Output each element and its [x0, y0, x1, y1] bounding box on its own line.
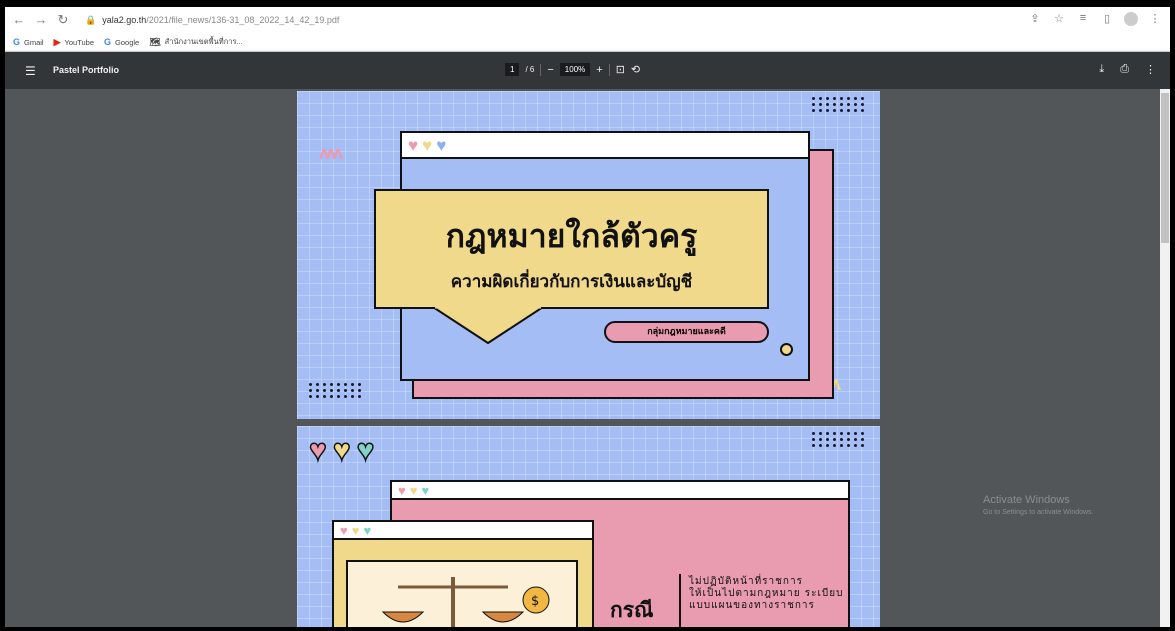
window-titlebar: ♥ ♥ ♥ [332, 520, 594, 540]
vertical-scrollbar[interactable] [1160, 89, 1170, 627]
title-card: กฎหมายใกล้ตัวครู ความผิดเกี่ยวกับการเงิน… [374, 189, 769, 309]
zoom-input[interactable]: 100% [559, 63, 591, 76]
scales-icon: $ [381, 577, 550, 627]
bookmark-label: Gmail [24, 37, 44, 47]
heart-icon: ♥ [398, 482, 406, 498]
pdf-actions: ⤓ ⎙ ⋮ [1099, 63, 1156, 76]
share-icon[interactable]: ⇪ [1028, 12, 1042, 29]
document-title: Pastel Portfolio [53, 65, 120, 75]
speech-tail [433, 307, 543, 345]
reload-icon[interactable]: ↻ [55, 12, 71, 28]
scrollbar-thumb[interactable] [1161, 93, 1169, 243]
zoom-in-icon[interactable]: + [596, 64, 602, 76]
sub-title: ความผิดเกี่ยวกับการเงินและบัญชี [450, 272, 693, 292]
case-line: แบบแผนของทางราชการ [689, 600, 815, 611]
circle-decoration [780, 343, 793, 356]
case-line: ไม่ปฏิบัติหน้าที่ราชการ [689, 576, 803, 587]
fit-page-icon[interactable]: ⊡ [616, 63, 625, 76]
google-icon: G [13, 37, 21, 47]
back-icon[interactable]: ← [11, 12, 27, 28]
divider [608, 63, 610, 76]
url-field[interactable]: yala2.go.th/2021/file_news/136-31_08_202… [102, 15, 339, 25]
bookmark-area-office[interactable]: 🗺 สำนักงานเขตพื้นที่การ... [149, 36, 243, 48]
pdf-page-1: ʌʌʌ ʌʌʌ ♥ ♥ ♥ กฎหมายใกล้ตัวครู ความผิดเก… [297, 91, 880, 419]
divider [679, 574, 681, 627]
browser-window: ← → ↻ 🔒 yala2.go.th/2021/file_news/136-3… [5, 7, 1170, 627]
hearts-row: ♥ ♥ ♥ [308, 433, 375, 468]
heart-icon: ♥ [332, 433, 351, 468]
sidepanel-icon[interactable]: ▯ [1100, 12, 1114, 29]
print-icon[interactable]: ⎙ [1120, 63, 1129, 76]
star-icon[interactable]: ☆ [1052, 12, 1066, 29]
hamburger-menu-icon[interactable]: ☰ [25, 64, 36, 78]
heart-icon: ♥ [308, 433, 327, 468]
image-window: $ [332, 538, 594, 627]
heart-icon: ♥ [421, 482, 430, 498]
bookmark-label: สำนักงานเขตพื้นที่การ... [164, 37, 243, 46]
forward-icon[interactable]: → [33, 12, 49, 28]
google-icon: G [104, 37, 112, 47]
bookmark-label: Google [115, 37, 140, 47]
pdf-viewport[interactable]: ʌʌʌ ʌʌʌ ♥ ♥ ♥ กฎหมายใกล้ตัวครู ความผิดเก… [5, 89, 1170, 627]
dot-grid-decoration [812, 97, 865, 112]
case-heading: กรณี [610, 598, 654, 622]
heart-icon: ♥ [356, 433, 375, 468]
download-icon[interactable]: ⤓ [1099, 63, 1104, 76]
bookmark-label: YouTube [64, 37, 95, 47]
playlist-icon[interactable]: ≡ [1076, 12, 1090, 29]
rotate-icon[interactable]: ⟲ [631, 63, 640, 76]
heart-icon: ♥ [408, 135, 419, 155]
heart-icon: ♥ [436, 135, 447, 155]
profile-icon[interactable] [1124, 12, 1138, 29]
divider [540, 63, 542, 76]
heart-icon: ♥ [363, 522, 372, 538]
page-number-input[interactable]: 1 [505, 63, 520, 76]
more-icon[interactable]: ⋮ [1148, 12, 1162, 29]
url-path: /2021/file_news/136-31_08_2022_14_42_19.… [146, 15, 340, 25]
url-actions: ⇪ ☆ ≡ ▯ ⋮ [1028, 12, 1162, 29]
zigzag-decoration-icon: ʌʌʌ [319, 143, 343, 163]
bookmark-gmail[interactable]: G Gmail [13, 37, 44, 47]
zoom-out-icon[interactable]: − [547, 64, 553, 76]
bookmarks-bar: G Gmail ▶ YouTube G Google 🗺 สำนักงานเขตพื้น… [5, 33, 1170, 52]
pdf-page-2: ♥ ♥ ♥ ♥ ♥ ♥ $ ♥ ♥ ♥ กรณี ไม่ปฏิบัติหน้าท… [297, 426, 880, 627]
page-total: / 6 [525, 65, 535, 74]
page-controls: 1 / 6 − 100% + ⊡ ⟲ [505, 63, 640, 76]
department-pill: กลุ่มกฎหมายและคดี [604, 321, 769, 343]
bookmark-youtube[interactable]: ▶ YouTube [54, 37, 94, 48]
watermark-title: Activate Windows [983, 494, 1070, 506]
window-titlebar: ♥ ♥ ♥ [400, 131, 810, 159]
lock-icon[interactable]: 🔒 [85, 15, 96, 26]
scales-illustration: $ [346, 560, 578, 627]
heart-icon: ♥ [422, 135, 433, 155]
main-title: กฎหมายใกล้ตัวครู [445, 217, 698, 255]
svg-text:$: $ [531, 594, 539, 609]
pdf-toolbar: ☰ Pastel Portfolio 1 / 6 − 100% + ⊡ ⟲ ⤓ … [5, 52, 1170, 89]
map-icon: 🗺 [149, 36, 161, 47]
youtube-icon: ▶ [53, 36, 61, 47]
case-line: ให้เป็นไปตามกฎหมาย ระเบียบ [689, 588, 844, 599]
heart-icon: ♥ [340, 522, 348, 538]
watermark-subtitle: Go to Settings to activate Windows. [983, 509, 1094, 516]
heart-icon: ♥ [409, 482, 418, 498]
url-host: yala2.go.th [102, 15, 147, 25]
more-icon[interactable]: ⋮ [1145, 63, 1156, 76]
dot-grid-decoration [309, 383, 362, 398]
address-bar-row: ← → ↻ 🔒 yala2.go.th/2021/file_news/136-3… [5, 7, 1170, 33]
dot-grid-decoration [812, 432, 865, 447]
activate-windows-watermark: Activate Windows Go to Settings to activ… [983, 494, 1094, 516]
heart-icon: ♥ [351, 522, 360, 538]
window-titlebar: ♥ ♥ ♥ [390, 480, 850, 500]
case-description: ไม่ปฏิบัติหน้าที่ราชการ ให้เป็นไปตามกฎหม… [689, 576, 843, 612]
bookmark-google[interactable]: G Google [104, 37, 139, 47]
